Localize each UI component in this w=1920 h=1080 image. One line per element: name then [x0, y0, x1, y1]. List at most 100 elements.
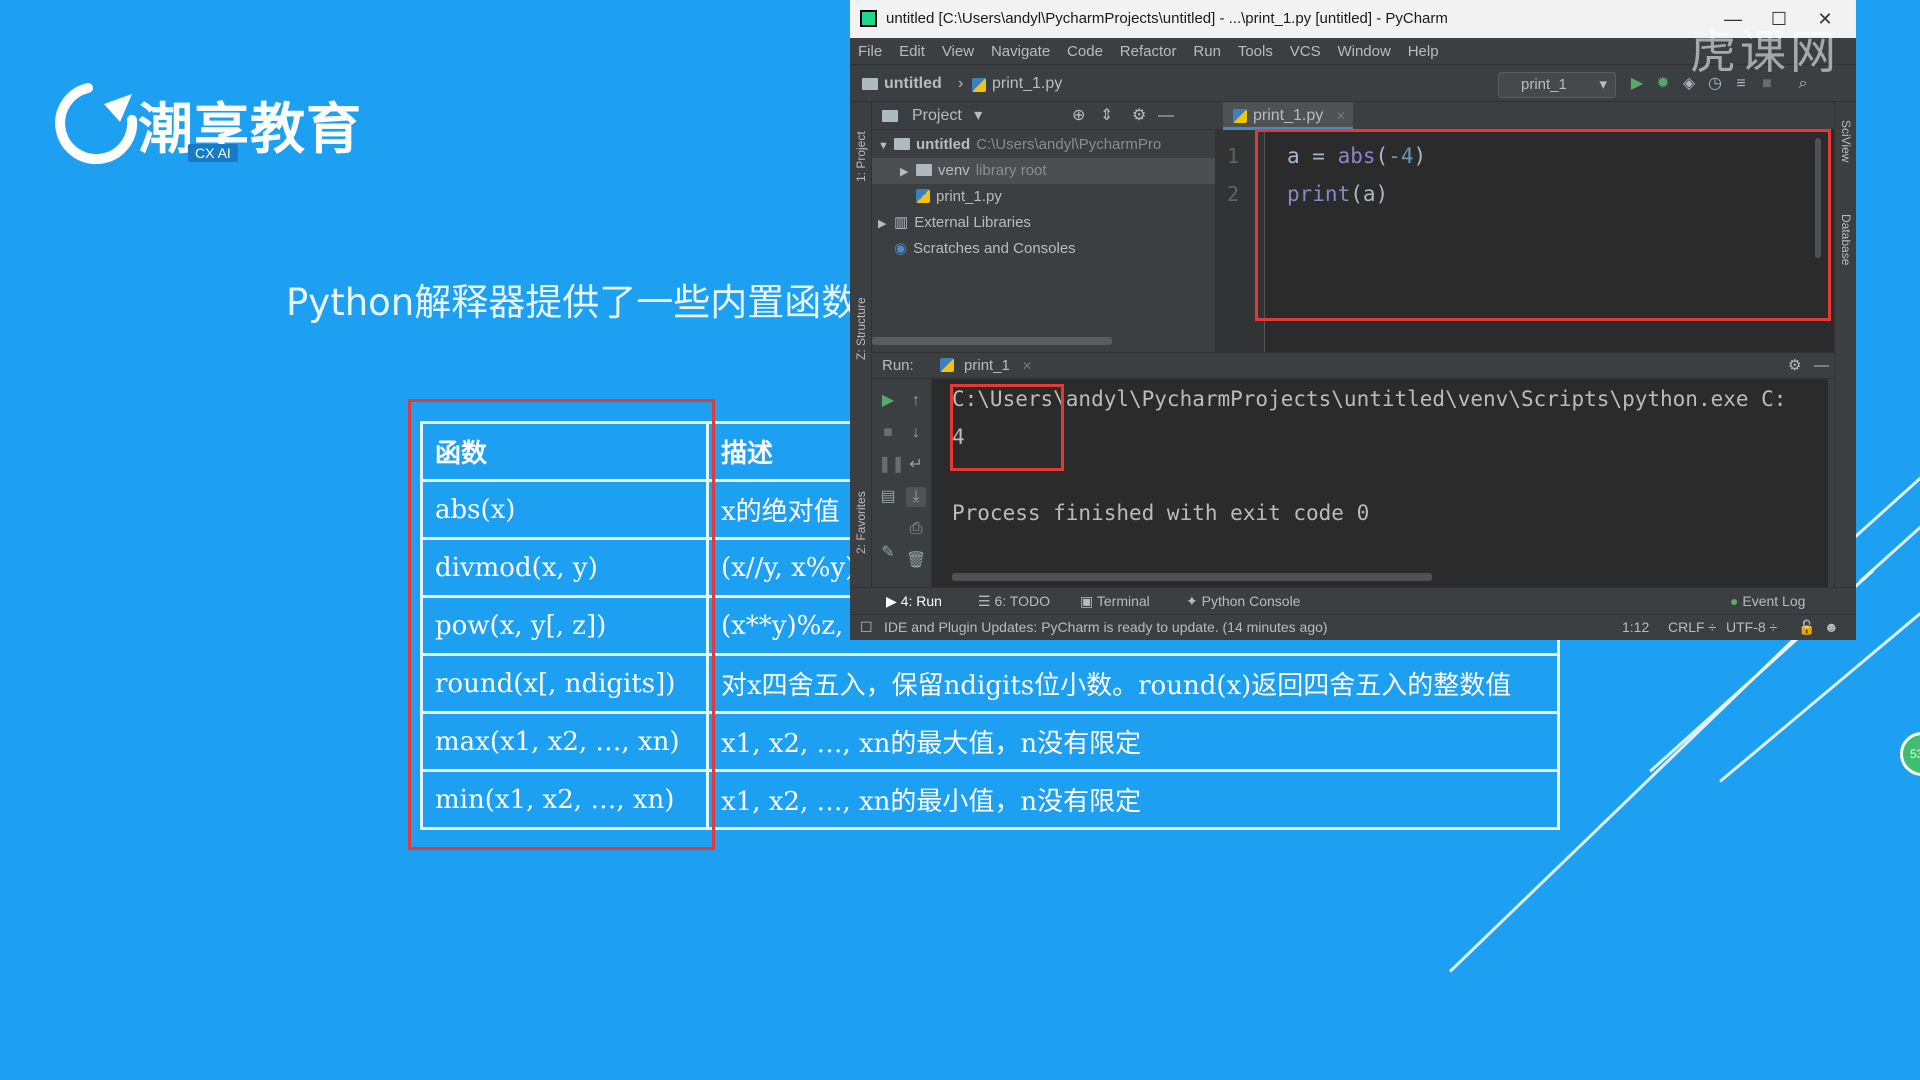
favorites-tool-tab[interactable]: 2: Favorites: [854, 491, 868, 554]
project-view-dropdown[interactable]: Project: [912, 107, 962, 124]
breadcrumb-project[interactable]: untitled: [884, 75, 942, 93]
tree-venv-note: library root: [975, 162, 1047, 179]
line-number: 2: [1227, 182, 1240, 206]
close-tab-icon[interactable]: ✕: [1336, 109, 1346, 123]
run-tab-label[interactable]: print_1: [964, 357, 1010, 374]
menu-help[interactable]: Help: [1408, 43, 1439, 60]
close-tab-icon[interactable]: ✕: [1022, 359, 1032, 373]
run-console-output[interactable]: C:\Users\andyl\PycharmProjects\untitled\…: [932, 379, 1828, 587]
scratches-icon: ◉: [894, 240, 908, 257]
arrow-down-icon[interactable]: ↓: [906, 423, 926, 443]
run-configuration-label: print_1: [1521, 76, 1567, 93]
rerun-icon[interactable]: ▶: [878, 391, 898, 411]
arrow-up-icon[interactable]: ↑: [906, 391, 926, 411]
trash-icon[interactable]: 🗑: [906, 551, 926, 571]
collapse-all-icon[interactable]: ⇕: [1100, 102, 1113, 130]
tool-tab-event-log-label: Event Log: [1742, 593, 1806, 609]
chevron-right-icon: ›: [958, 75, 964, 92]
lock-icon[interactable]: 🔓: [1798, 615, 1815, 640]
menu-window[interactable]: Window: [1337, 43, 1390, 60]
decorative-line: [1848, 460, 1920, 543]
debug-icon[interactable]: ✹: [1653, 74, 1673, 94]
run-configuration-dropdown[interactable]: print_1 ▾: [1498, 72, 1616, 98]
project-panel-header: Project ▾ ⊕ ⇕ ⚙ —: [872, 102, 1215, 130]
tool-tab-python-console[interactable]: ✦ Python Console: [1186, 588, 1300, 614]
print-icon[interactable]: ⎙: [906, 519, 926, 539]
menu-tools[interactable]: Tools: [1238, 43, 1273, 60]
project-horizontal-scrollbar[interactable]: [872, 337, 1112, 345]
tool-tab-terminal[interactable]: ▣ Terminal: [1080, 588, 1150, 614]
right-tool-strip: SciView Database: [1834, 102, 1856, 612]
menu-navigate[interactable]: Navigate: [991, 43, 1050, 60]
breadcrumb-file[interactable]: print_1.py: [992, 75, 1062, 93]
tool-tab-event-log[interactable]: ● Event Log: [1730, 588, 1805, 614]
run-toolbar: ▶ ↑ ■ ↓ ❚❚ ↵ ▤ ⤓ ⎙ ✎ 🗑: [872, 379, 932, 587]
database-tool-tab[interactable]: Database: [1839, 214, 1853, 265]
run-panel-header: Run: print_1 ✕ ⚙ —: [872, 352, 1834, 379]
tree-item-root[interactable]: ▼ untitled C:\Users\andyl\PycharmPro: [872, 132, 1215, 158]
run-icon[interactable]: ▶: [1627, 74, 1647, 94]
tree-item-external-libraries[interactable]: ▶ ▥ External Libraries: [872, 210, 1215, 236]
run-icon: ▶: [886, 593, 901, 609]
left-tool-strip: 1: Project Z: Structure 2: Favorites: [850, 102, 872, 612]
tool-tab-run-label: 4: Run: [900, 593, 942, 609]
event-log-icon: ●: [1730, 593, 1743, 609]
structure-tool-tab[interactable]: Z: Structure: [854, 297, 868, 360]
sciview-tool-tab[interactable]: SciView: [1839, 120, 1853, 162]
tool-tab-run[interactable]: ▶ 4: Run: [886, 588, 942, 614]
pause-icon[interactable]: ❚❚: [878, 455, 905, 475]
output-highlight-box: [950, 384, 1064, 471]
menu-file[interactable]: File: [858, 43, 882, 60]
menu-code[interactable]: Code: [1067, 43, 1103, 60]
caret-position[interactable]: 1:12: [1622, 615, 1649, 640]
tool-tab-terminal-label: Terminal: [1096, 593, 1150, 609]
inspector-icon[interactable]: ☻: [1824, 615, 1839, 640]
hide-panel-icon[interactable]: —: [1158, 102, 1174, 130]
project-panel: Project ▾ ⊕ ⇕ ⚙ — ▼ untitled C:\Users\andy…: [872, 102, 1215, 352]
table-cell-description: x1, x2, …, xn的最小值，n没有限定: [706, 769, 1560, 830]
gear-icon[interactable]: ⚙: [1132, 102, 1146, 130]
status-toggle-icon[interactable]: ☐: [860, 615, 873, 640]
editor-tab-print-1[interactable]: print_1.py ✕: [1223, 102, 1353, 130]
table-cell-description: x1, x2, …, xn的最大值，n没有限定: [706, 711, 1560, 772]
project-tool-tab[interactable]: 1: Project: [854, 131, 868, 182]
menu-refactor[interactable]: Refactor: [1120, 43, 1177, 60]
line-number: 1: [1227, 144, 1240, 168]
code-highlight-box: [1255, 129, 1831, 321]
file-encoding[interactable]: UTF-8 ÷: [1726, 615, 1777, 640]
line-separator[interactable]: CRLF ÷: [1668, 615, 1716, 640]
menu-view[interactable]: View: [942, 43, 974, 60]
terminal-icon: ▣: [1080, 593, 1097, 609]
chevron-down-icon: ▼: [878, 140, 889, 152]
decorative-line: [1858, 500, 1920, 583]
run-panel-label: Run:: [882, 357, 914, 374]
window-title: untitled [C:\Users\andyl\PycharmProjects…: [886, 10, 1448, 27]
stop-icon[interactable]: ■: [878, 423, 898, 443]
chevron-right-icon: ▶: [900, 166, 909, 178]
tree-item-scratches[interactable]: ◉ Scratches and Consoles: [872, 236, 1215, 262]
chevron-down-icon: ▾: [1599, 76, 1607, 93]
tree-item-file[interactable]: print_1.py: [872, 184, 1215, 210]
page-indicator-badge[interactable]: 53: [1900, 732, 1920, 776]
console-horizontal-scrollbar[interactable]: [952, 573, 1432, 581]
menu-run[interactable]: Run: [1193, 43, 1221, 60]
pin-icon[interactable]: ✎: [878, 543, 898, 563]
tool-tab-todo-label: 6: TODO: [994, 593, 1050, 609]
tool-tab-todo[interactable]: ☰ 6: TODO: [978, 588, 1050, 614]
soft-wrap-icon[interactable]: ↵: [906, 455, 926, 475]
locate-file-icon[interactable]: ⊕: [1072, 102, 1085, 130]
gear-icon[interactable]: ⚙: [1788, 353, 1801, 379]
menu-edit[interactable]: Edit: [899, 43, 925, 60]
python-file-icon: [1233, 109, 1247, 123]
tree-item-venv[interactable]: ▶ venv library root: [872, 158, 1215, 184]
menu-vcs[interactable]: VCS: [1290, 43, 1321, 60]
hide-panel-icon[interactable]: —: [1814, 353, 1829, 379]
scroll-to-end-icon[interactable]: ⤓: [906, 487, 926, 507]
pycharm-app-icon: [860, 10, 877, 27]
project-view-icon: [882, 110, 898, 122]
status-message[interactable]: IDE and Plugin Updates: PyCharm is ready…: [884, 615, 1328, 640]
layout-icon[interactable]: ▤: [878, 487, 898, 507]
slide-title: Python解释器提供了一些内置函数,: [286, 281, 871, 324]
chevron-down-icon: ▾: [974, 107, 983, 124]
library-icon: ▥: [894, 214, 909, 231]
